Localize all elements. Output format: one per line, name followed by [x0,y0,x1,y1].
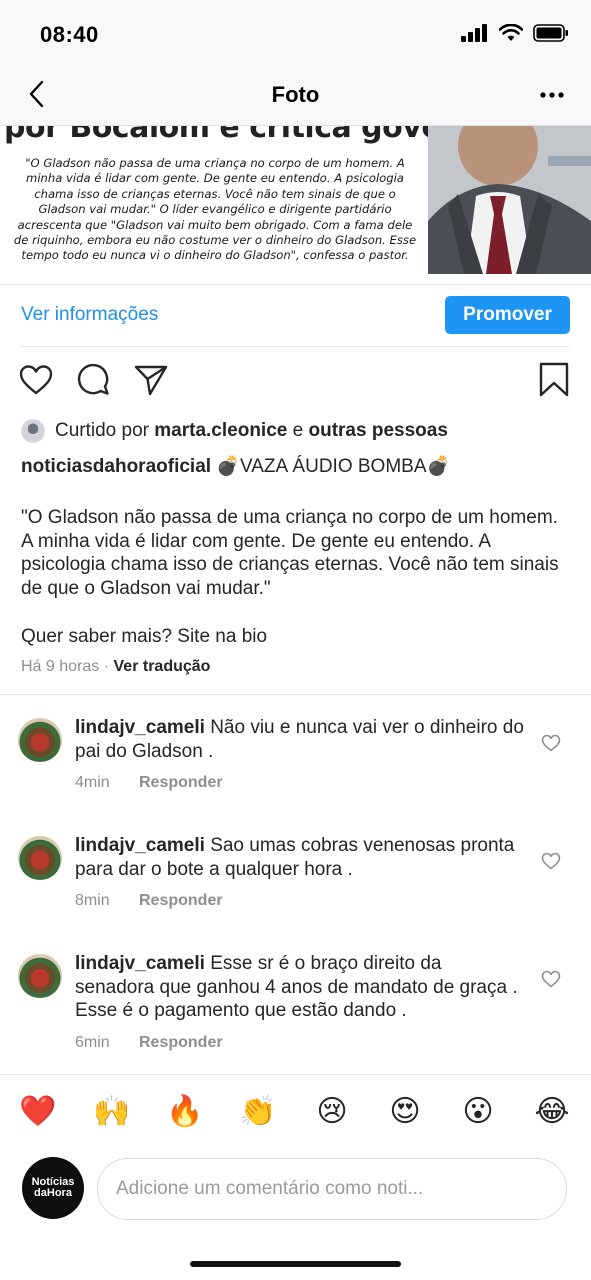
comment-input[interactable]: Adicione um comentário como noti... [97,1158,567,1220]
status-bar: 08:40 [0,0,591,64]
comment-time: 4min [75,774,110,791]
status-icons [461,24,569,42]
more-options-button[interactable] [537,84,567,106]
liker-avatar [21,419,45,443]
account-avatar: Notícias daHora [22,1157,84,1219]
comment-username[interactable]: lindajv_cameli [75,717,205,738]
emoji-surprised[interactable]: 😮 [458,1092,498,1132]
comment-text: lindajv_cameli Sao umas cobras venenosas… [75,834,525,881]
comment-text: lindajv_cameli Esse sr é o braço direito… [75,952,525,1023]
caption-headline: 💣VAZA ÁUDIO BOMBA💣 [216,456,451,477]
caption-username[interactable]: noticiasdahoraoficial [21,456,211,477]
comment-like-icon[interactable] [541,970,561,988]
emoji-reactions-bar: ❤️ 🙌 🔥 👏 😢 😍 😮 😂 [0,1092,591,1132]
wifi-icon [499,24,523,41]
likes-others[interactable]: outras pessoas [309,420,448,442]
page-title: Foto [271,82,320,107]
comment-time: 8min [75,892,110,909]
emoji-heart[interactable]: ❤️ [18,1092,58,1132]
like-button[interactable] [18,362,54,398]
post-time: Há 9 horas [21,658,100,675]
comment-time: 6min [75,1034,110,1051]
commenter-avatar[interactable] [18,718,62,762]
comment-username[interactable]: lindajv_cameli [75,953,205,974]
meta-dot: · [103,658,110,675]
commenter-avatar[interactable] [18,836,62,880]
photo-portrait [428,126,591,274]
photo-headline: por Bocalom e critica governo [4,126,497,145]
emoji-heart-eyes[interactable]: 😍 [385,1092,425,1132]
comment-like-icon[interactable] [541,734,561,752]
cellular-signal-icon [461,24,487,42]
likes-prefix: Curtido por [55,420,149,441]
reply-button[interactable]: Responder [139,1034,223,1052]
send-icon [134,365,168,396]
nav-header: Foto [0,64,591,126]
view-insights-link[interactable]: Ver informações [21,304,158,326]
comment-button[interactable] [76,362,112,398]
divider [0,284,591,285]
comment-item: lindajv_cameli Sao umas cobras venenosas… [0,834,591,926]
emoji-fire[interactable]: 🔥 [165,1092,205,1132]
save-button[interactable] [536,362,572,398]
promote-button[interactable]: Promover [445,296,570,334]
divider [0,1074,591,1075]
comment-text: lindajv_cameli Não viu e nunca vai ver o… [75,716,525,763]
emoji-clap[interactable]: 👏 [238,1092,278,1132]
comment-like-icon[interactable] [541,852,561,870]
commenter-avatar[interactable] [18,954,62,998]
photo-quote: "O Gladson não passa de uma criança no c… [13,156,417,263]
comment-item: lindajv_cameli Não viu e nunca vai ver o… [0,716,591,808]
caption-more: Quer saber mais? Site na bio [21,626,268,647]
battery-icon [533,24,568,42]
likes-summary[interactable]: Curtido por marta.cleonice e outras pess… [21,418,448,444]
avatar-text-line2: daHora [34,1187,72,1199]
comment-icon [77,363,109,395]
post-photo[interactable]: por Bocalom e critica governo "O Gladson… [0,126,591,284]
liker-username[interactable]: marta.cleonice [154,420,287,442]
bookmark-icon [539,362,569,397]
more-horizontal-icon [540,92,564,98]
post-meta: Há 9 horas · Ver tradução [21,658,210,676]
portrait-image [428,126,591,274]
comment-item: lindajv_cameli Esse sr é o braço direito… [0,952,591,1064]
share-button[interactable] [133,362,169,398]
reply-button[interactable]: Responder [139,774,223,792]
comment-username[interactable]: lindajv_cameli [75,835,205,856]
post-actions [0,362,591,402]
see-translation-link[interactable]: Ver tradução [114,658,211,675]
caption-header: noticiasdahoraoficial 💣VAZA ÁUDIO BOMBA💣 [21,454,450,478]
likes-connector: e [292,420,304,441]
heart-icon [19,365,53,395]
divider [21,346,570,347]
caption-body: "O Gladson não passa de uma criança no c… [21,507,559,599]
status-time: 08:40 [40,22,99,47]
emoji-raised-hands[interactable]: 🙌 [92,1092,132,1132]
reply-button[interactable]: Responder [139,892,223,910]
emoji-laughing[interactable]: 😂 [532,1092,572,1132]
emoji-crying[interactable]: 😢 [312,1092,352,1132]
divider [0,694,591,695]
home-indicator[interactable] [190,1261,401,1267]
